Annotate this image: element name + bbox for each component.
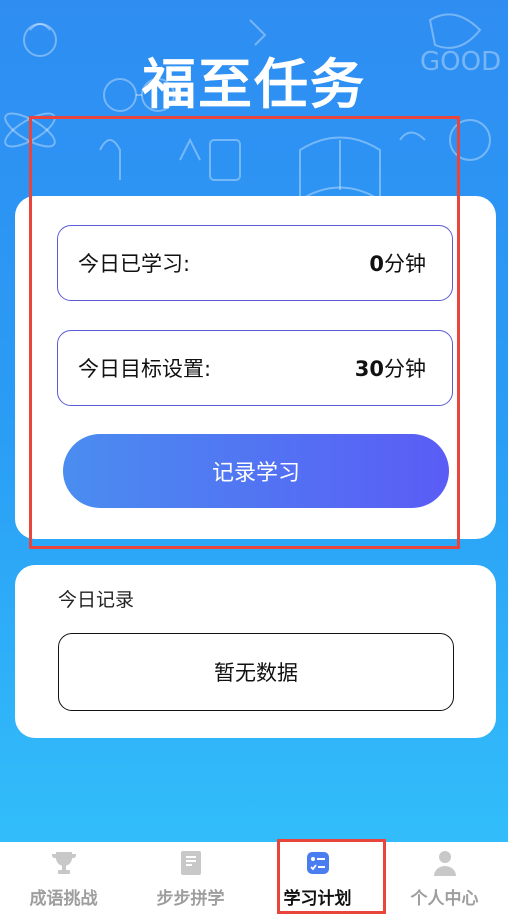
today-goal-label: 今日目标设置: xyxy=(78,357,212,381)
tab-label: 成语挑战 xyxy=(29,889,98,909)
today-goal-value: 30分钟 xyxy=(355,353,426,383)
today-records-title: 今日记录 xyxy=(58,589,135,611)
study-stats-card: 今日已学习: 0分钟 今日目标设置: 30分钟 记录学习 xyxy=(15,196,496,539)
today-studied-row: 今日已学习: 0分钟 xyxy=(57,225,453,301)
trophy-icon xyxy=(49,848,79,878)
tab-pinyin-learning[interactable]: 步步拼学 xyxy=(127,842,254,914)
empty-records-text: 暂无数据 xyxy=(214,661,298,685)
book-icon xyxy=(176,848,206,878)
person-icon xyxy=(430,848,460,878)
today-studied-unit: 分钟 xyxy=(384,252,426,276)
record-study-button[interactable]: 记录学习 xyxy=(63,434,449,508)
tab-label: 步步拼学 xyxy=(156,889,225,909)
today-studied-label: 今日已学习: xyxy=(78,252,191,276)
today-goal-number: 30 xyxy=(354,357,384,381)
plan-list-icon xyxy=(303,848,333,878)
today-goal-unit: 分钟 xyxy=(384,357,426,381)
page-title: 福至任务 xyxy=(142,53,366,116)
tab-label: 个人中心 xyxy=(410,889,479,909)
tab-idiom-challenge[interactable]: 成语挑战 xyxy=(0,842,127,914)
today-records-card: 今日记录 暂无数据 xyxy=(15,565,496,738)
tab-label: 学习计划 xyxy=(283,889,352,909)
empty-records-box: 暂无数据 xyxy=(58,633,454,711)
today-studied-value: 0分钟 xyxy=(369,248,426,278)
tab-personal-center[interactable]: 个人中心 xyxy=(381,842,508,914)
today-goal-row[interactable]: 今日目标设置: 30分钟 xyxy=(57,330,453,406)
tab-study-plan[interactable]: 学习计划 xyxy=(254,842,381,914)
bottom-tabbar: 成语挑战 步步拼学 学习计划 个人中心 xyxy=(0,842,508,914)
today-studied-number: 0 xyxy=(369,252,384,276)
